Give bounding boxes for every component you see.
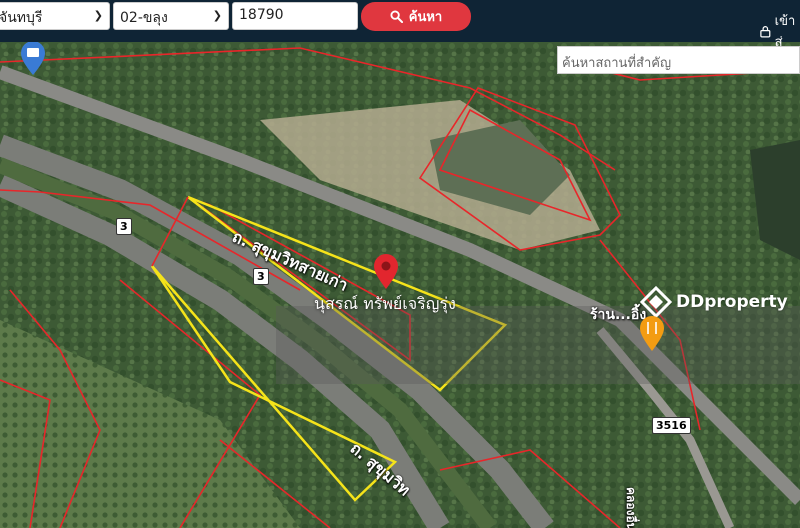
vertical-road-label: คลองอื่น... [624, 487, 638, 528]
place-search-placeholder: ค้นหาสถานที่สำคัญ [562, 56, 672, 71]
ddproperty-logo-icon [640, 286, 672, 318]
province-select[interactable]: จันทบุรี ❯ [0, 2, 110, 30]
restaurant-pin-icon[interactable] [639, 316, 665, 352]
district-select[interactable]: 02-ขลุง ❯ [113, 2, 229, 30]
map-imagery [0, 42, 800, 528]
ddproperty-logo: DDproperty [640, 286, 788, 318]
chevron-down-icon: ❯ [212, 9, 222, 22]
province-select-value: จันทบุรี [0, 10, 43, 26]
route-shield-3516: 3516 [652, 417, 691, 434]
ddproperty-logo-text: DDproperty [676, 292, 788, 312]
parcel-number-input[interactable]: 18790 [232, 2, 358, 30]
route-shield-3: 3 [253, 268, 269, 285]
shop-label: ร้าน...อิ้ง [590, 307, 647, 323]
route-shield-3: 3 [116, 218, 132, 235]
search-button-label: ค้นหา [408, 10, 443, 25]
place-search-input[interactable]: ค้นหาสถานที่สำคัญ [557, 46, 800, 74]
location-marker-icon[interactable] [18, 42, 48, 76]
search-icon [390, 10, 403, 23]
search-button[interactable]: ค้นหา [361, 2, 471, 31]
property-owner-label: นุสรณ์ ทรัพย์เจริญรุ่ง [314, 294, 456, 313]
top-bar: จันทบุรี ❯ 02-ขลุง ❯ 18790 ค้นหา เข้าสู่ [0, 0, 800, 50]
map-canvas[interactable]: ถ. สุขุมวิทสายเก่า ถ. สุขุมวิท ร้าน...อิ… [0, 42, 800, 528]
lock-icon [760, 25, 771, 37]
district-select-value: 02-ขลุง [120, 10, 168, 26]
chevron-down-icon: ❯ [93, 9, 103, 22]
parcel-number-value: 18790 [239, 7, 284, 23]
map-pin-icon[interactable] [372, 254, 400, 290]
